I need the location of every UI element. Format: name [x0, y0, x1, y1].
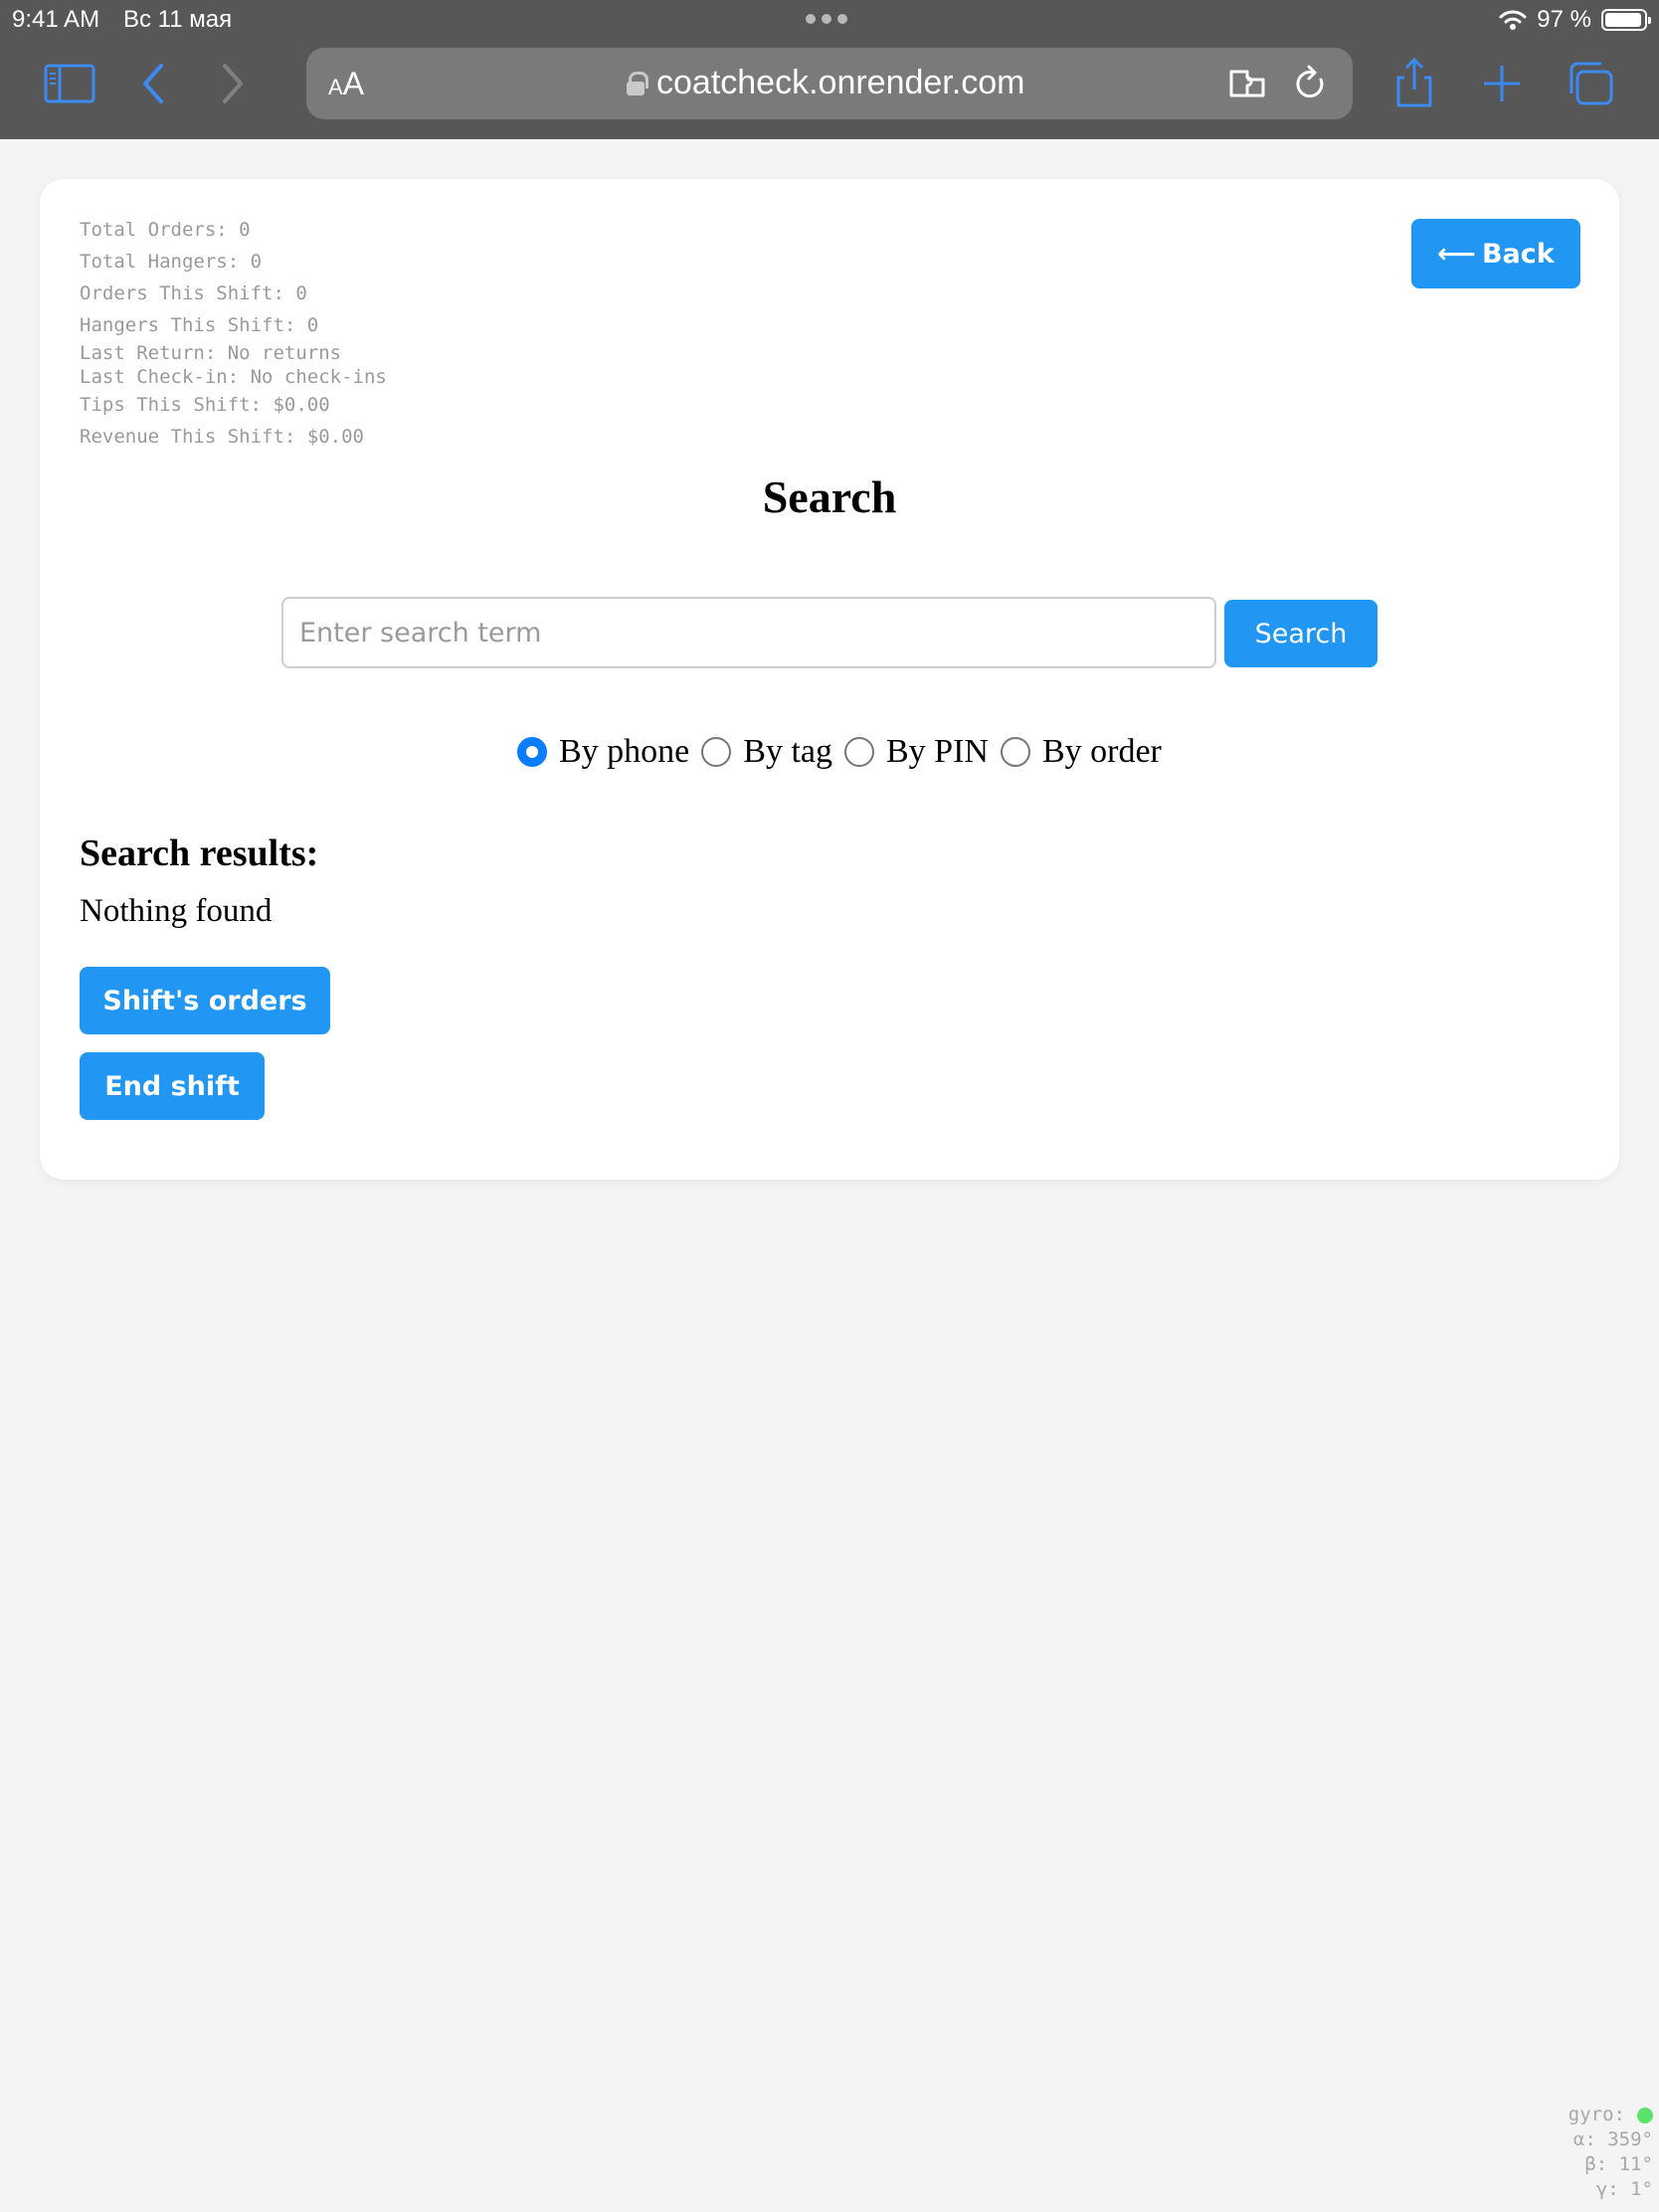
gyro-label: gyro:	[1567, 2104, 1625, 2125]
battery-percent: 97 %	[1537, 6, 1591, 33]
radio-label: By order	[1041, 733, 1162, 770]
end-shift-button[interactable]: End shift	[80, 1052, 265, 1120]
gyro-overlay: gyro: α: 359° β: 11° γ: 1°	[1568, 2103, 1653, 2202]
lock-icon	[627, 71, 648, 95]
search-input[interactable]	[281, 597, 1216, 668]
radio-label: By tag	[743, 733, 832, 770]
forward-arrow-icon[interactable]	[203, 58, 259, 109]
search-button[interactable]: Search	[1224, 600, 1378, 667]
battery-icon	[1601, 9, 1651, 31]
shift-orders-button[interactable]: Shift's orders	[80, 967, 330, 1034]
status-right: 97 %	[1499, 6, 1651, 34]
status-time: 9:41 AM	[12, 6, 100, 33]
radio-unchecked-icon[interactable]	[1000, 737, 1030, 767]
share-icon[interactable]	[1386, 58, 1442, 109]
radio-unchecked-icon[interactable]	[844, 737, 874, 767]
sidebar-icon[interactable]	[42, 58, 97, 109]
stat-total-orders: Total Orders: 0	[80, 219, 251, 241]
gyro-beta: β: 11°	[1584, 2153, 1653, 2175]
url-text: coatcheck.onrender.com	[656, 64, 1025, 101]
reload-icon[interactable]	[1291, 64, 1329, 103]
gyro-alpha: α: 359°	[1572, 2128, 1653, 2150]
page-title: Search	[762, 471, 897, 522]
stat-last-checkin: Last Check-in: No check-ins	[80, 366, 387, 388]
radio-by-tag[interactable]: By tag	[701, 733, 832, 771]
back-button-label: Back	[1481, 238, 1555, 270]
stat-revenue-shift: Revenue This Shift: $0.00	[80, 426, 364, 448]
radio-label: By PIN	[886, 733, 989, 770]
url-field[interactable]: coatcheck.onrender.com	[627, 64, 1024, 102]
radio-by-phone[interactable]: By phone	[517, 733, 689, 771]
address-bar[interactable]: AA coatcheck.onrender.com	[306, 48, 1353, 119]
back-button[interactable]: ⟵ Back	[1411, 219, 1580, 288]
results-empty-message: Nothing found	[80, 893, 273, 929]
new-tab-icon[interactable]	[1474, 58, 1530, 109]
radio-by-pin[interactable]: By PIN	[844, 733, 989, 771]
radio-unchecked-icon[interactable]	[701, 737, 732, 767]
radio-label: By phone	[559, 733, 690, 770]
status-bar: 9:41 AM Вс 11 мая 97 %	[0, 0, 1659, 40]
stat-last-return: Last Return: No returns	[80, 342, 342, 364]
multitasking-dots-icon[interactable]	[806, 14, 847, 24]
arrow-left-icon: ⟵	[1437, 238, 1476, 270]
text-size-button[interactable]: AA	[328, 66, 364, 102]
search-mode-group: By phone By tag By PIN By order	[517, 732, 1174, 772]
stat-total-hangers: Total Hangers: 0	[80, 251, 263, 273]
main-card: Total Orders: 0 Total Hangers: 0 Orders …	[40, 179, 1619, 1180]
tabs-overview-icon[interactable]	[1564, 58, 1619, 109]
browser-chrome: 9:41 AM Вс 11 мая 97 % AA coatcheck.onre…	[0, 0, 1659, 139]
gyro-status-icon	[1637, 2107, 1653, 2123]
extensions-icon[interactable]	[1227, 66, 1269, 101]
radio-by-order[interactable]: By order	[1000, 733, 1162, 771]
back-arrow-icon[interactable]	[127, 58, 183, 109]
gyro-gamma: γ: 1°	[1595, 2178, 1653, 2200]
stat-tips-shift: Tips This Shift: $0.00	[80, 394, 330, 416]
stat-orders-shift: Orders This Shift: 0	[80, 282, 307, 304]
stat-hangers-shift: Hangers This Shift: 0	[80, 314, 319, 336]
results-heading: Search results:	[80, 832, 319, 874]
radio-checked-icon[interactable]	[517, 737, 547, 767]
status-date: Вс 11 мая	[123, 6, 233, 33]
wifi-icon	[1499, 10, 1527, 30]
